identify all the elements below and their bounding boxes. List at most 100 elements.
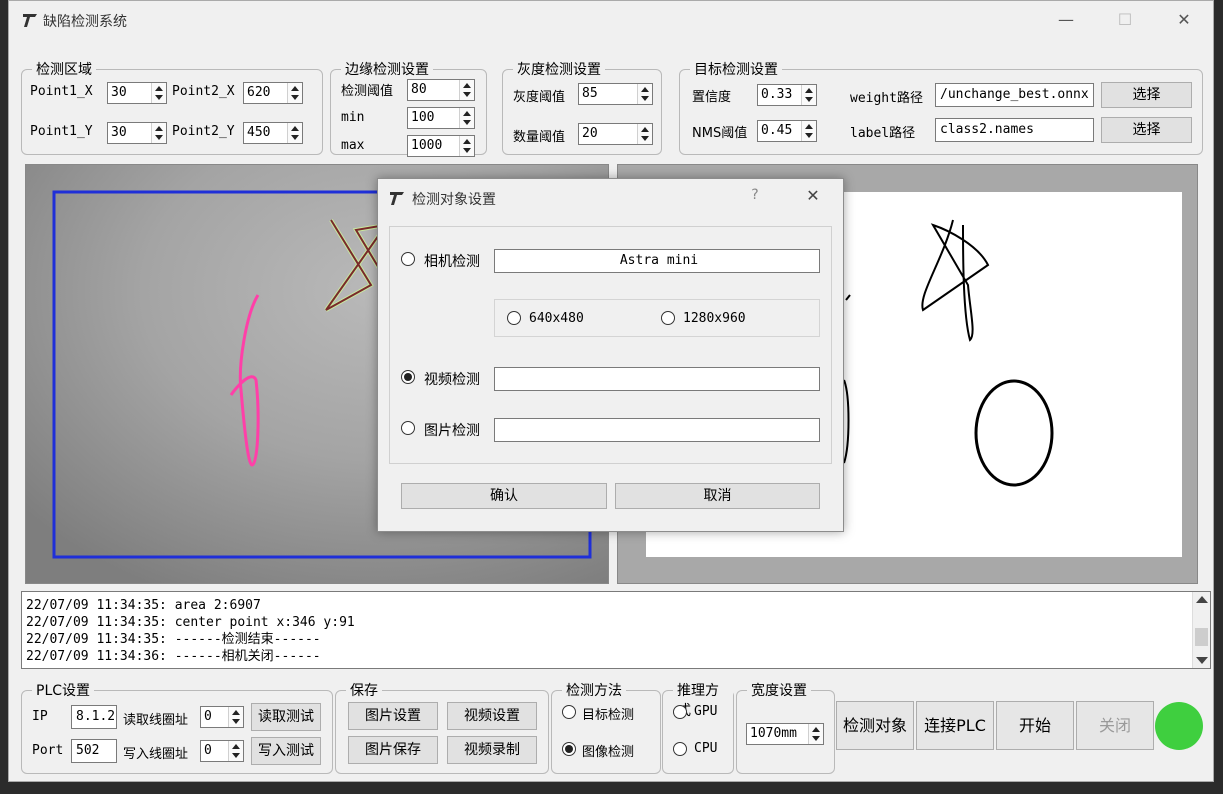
spin-arrows-icon[interactable] — [459, 80, 474, 100]
select-weight-button[interactable]: 选择 — [1101, 82, 1192, 108]
log-output[interactable]: 22/07/09 11:34:35: area 2:6907 22/07/09 … — [21, 591, 1211, 669]
minimize-button[interactable]: — — [1044, 5, 1088, 35]
read-test-button[interactable]: 读取测试 — [251, 703, 321, 731]
cancel-button[interactable]: 取消 — [615, 483, 820, 509]
confidence-spinbox[interactable]: 0.33 — [757, 84, 817, 106]
video-detect-radio[interactable] — [401, 370, 415, 384]
image-detect-radio[interactable] — [562, 742, 576, 756]
log-line: 22/07/09 11:34:35: ------检测结束------ — [26, 632, 321, 647]
dialog-title: 检测对象设置 — [412, 192, 496, 208]
write-coil-spinbox[interactable]: 0 — [200, 740, 244, 762]
spin-arrows-icon[interactable] — [228, 707, 243, 727]
detect-object-button[interactable]: 检测对象 — [836, 701, 914, 750]
label-path-field[interactable]: class2.names — [935, 118, 1094, 142]
spin-arrows-icon[interactable] — [637, 124, 652, 144]
scroll-down-icon[interactable] — [1196, 657, 1208, 664]
edge-threshold-spinbox[interactable]: 80 — [407, 79, 475, 101]
point1-x-label: Point1_X — [30, 84, 93, 99]
image-settings-button[interactable]: 图片设置 — [348, 702, 438, 730]
target-detect-radio[interactable] — [562, 705, 576, 719]
edge-min-label: min — [341, 110, 365, 125]
resolution-640-radio[interactable] — [507, 311, 521, 325]
connect-plc-button[interactable]: 连接PLC — [916, 701, 994, 750]
gray-threshold-spinbox[interactable]: 85 — [578, 83, 653, 105]
image-detect-label: 图像检测 — [582, 745, 635, 760]
point2-x-value: 620 — [247, 85, 271, 100]
nms-spinbox[interactable]: 0.45 — [757, 120, 817, 142]
cpu-radio[interactable] — [673, 742, 687, 756]
point1-y-spinbox[interactable]: 30 — [107, 122, 167, 144]
save-group: 保存 图片设置 视频设置 图片保存 视频录制 — [335, 680, 549, 774]
port-field[interactable]: 502 — [71, 739, 117, 763]
select-label-button[interactable]: 选择 — [1101, 117, 1192, 143]
spin-arrows-icon[interactable] — [801, 121, 816, 141]
gpu-radio[interactable] — [673, 705, 687, 719]
start-button[interactable]: 开始 — [996, 701, 1074, 750]
confidence-value: 0.33 — [761, 87, 793, 102]
title-bar: 缺陷检测系统 — ☐ ✕ — [9, 1, 1213, 39]
point1-y-value: 30 — [111, 125, 127, 140]
count-threshold-value: 20 — [582, 126, 598, 141]
cpu-label: CPU — [694, 741, 718, 756]
gpu-label: GPU — [694, 704, 718, 719]
image-detect-dialog-label: 图片检测 — [424, 423, 480, 439]
stop-button[interactable]: 关闭 — [1076, 701, 1154, 750]
edge-max-spinbox[interactable]: 1000 — [407, 135, 475, 157]
spin-arrows-icon[interactable] — [287, 123, 302, 143]
ip-field[interactable]: 8.1.2 — [71, 705, 117, 729]
spin-arrows-icon[interactable] — [228, 741, 243, 761]
resolution-1280-radio[interactable] — [661, 311, 675, 325]
video-settings-button[interactable]: 视频设置 — [447, 702, 537, 730]
spin-arrows-icon[interactable] — [459, 108, 474, 128]
help-button[interactable]: ? — [743, 187, 767, 203]
weight-path-field[interactable]: /unchange_best.onnx — [935, 83, 1094, 107]
spin-arrows-icon[interactable] — [801, 85, 816, 105]
image-detect-dialog-radio[interactable] — [401, 421, 415, 435]
plc-legend: PLC设置 — [32, 680, 95, 700]
image-path-field[interactable] — [494, 418, 820, 442]
point1-x-spinbox[interactable]: 30 — [107, 82, 167, 104]
edge-min-spinbox[interactable]: 100 — [407, 107, 475, 129]
point2-y-spinbox[interactable]: 450 — [243, 122, 303, 144]
maximize-button[interactable]: ☐ — [1103, 5, 1147, 35]
count-threshold-spinbox[interactable]: 20 — [578, 123, 653, 145]
nms-value: 0.45 — [761, 123, 793, 138]
spin-arrows-icon[interactable] — [151, 123, 166, 143]
point1-x-value: 30 — [111, 85, 127, 100]
read-coil-label: 读取线圈址 — [123, 713, 189, 728]
log-scrollbar[interactable] — [1192, 592, 1210, 668]
gray-threshold-label: 灰度阈值 — [513, 90, 566, 105]
nms-label: NMS阈值 — [692, 126, 748, 141]
read-coil-spinbox[interactable]: 0 — [200, 706, 244, 728]
log-line: 22/07/09 11:34:35: area 2:6907 — [26, 598, 261, 613]
spin-arrows-icon[interactable] — [637, 84, 652, 104]
close-window-button[interactable]: ✕ — [1162, 5, 1206, 35]
confirm-button[interactable]: 确认 — [401, 483, 607, 509]
edge-min-value: 100 — [411, 110, 435, 125]
camera-detect-radio[interactable] — [401, 252, 415, 266]
width-spinbox[interactable]: 1070mm — [746, 723, 824, 745]
ip-label: IP — [32, 709, 48, 724]
gray-detect-group: 灰度检测设置 灰度阈值 85 数量阈值 20 — [502, 59, 662, 155]
spin-arrows-icon[interactable] — [287, 83, 302, 103]
detect-region-group: 检测区域 Point1_X 30 Point2_X 620 Point1_Y 3… — [21, 59, 323, 155]
video-record-button[interactable]: 视频录制 — [447, 736, 537, 764]
point1-y-label: Point1_Y — [30, 124, 93, 139]
width-value: 1070mm — [750, 726, 797, 741]
width-legend: 宽度设置 — [747, 680, 811, 700]
image-save-button[interactable]: 图片保存 — [348, 736, 438, 764]
spin-arrows-icon[interactable] — [459, 136, 474, 156]
write-test-button[interactable]: 写入测试 — [251, 737, 321, 765]
scroll-thumb[interactable] — [1195, 628, 1208, 646]
spin-arrows-icon[interactable] — [151, 83, 166, 103]
point2-x-spinbox[interactable]: 620 — [243, 82, 303, 104]
camera-name-field[interactable]: Astra mini — [494, 249, 820, 273]
edge-threshold-label: 检测阈值 — [341, 84, 394, 99]
dialog-close-button[interactable]: ✕ — [798, 186, 828, 205]
app-logo-icon — [23, 14, 37, 27]
spin-arrows-icon[interactable] — [808, 724, 823, 744]
confidence-label: 置信度 — [692, 90, 732, 105]
scroll-up-icon[interactable] — [1196, 596, 1208, 603]
video-path-field[interactable] — [494, 367, 820, 391]
edge-threshold-value: 80 — [411, 82, 427, 97]
